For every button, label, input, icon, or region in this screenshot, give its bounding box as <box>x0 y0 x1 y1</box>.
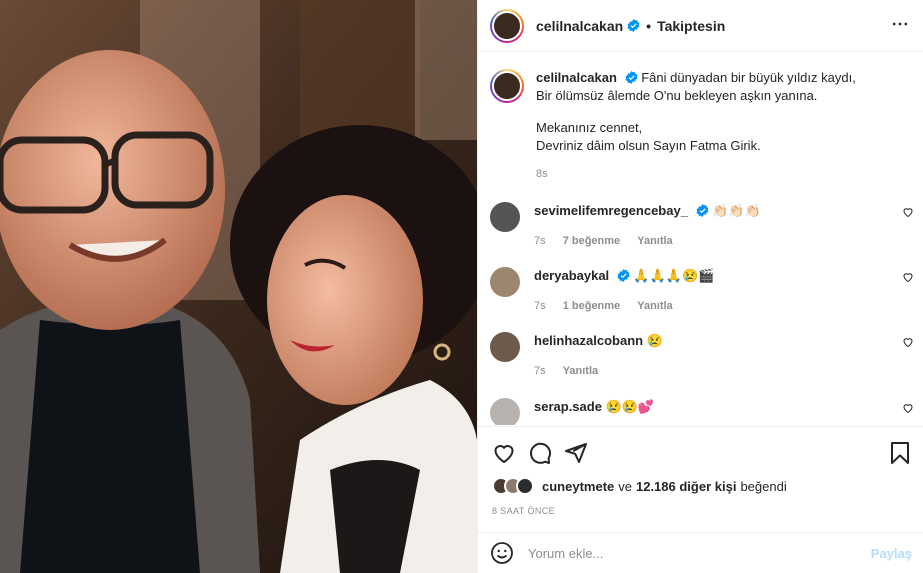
caption-time[interactable]: 8s <box>536 165 856 183</box>
commenter-avatar[interactable] <box>490 202 520 232</box>
comment-heart-icon[interactable] <box>902 336 914 348</box>
separator-dot: • <box>646 17 652 34</box>
commenter-avatar[interactable] <box>490 267 520 297</box>
liker-avatars[interactable] <box>492 477 534 495</box>
reply-button[interactable]: Yanıtla <box>563 365 598 377</box>
verified-icon <box>617 269 630 282</box>
follow-status-button[interactable]: Takiptesin <box>657 18 725 34</box>
caption-line: Bir ölümsüz âlemde O'nu bekleyen aşkın y… <box>536 88 818 103</box>
commenter-username[interactable]: serap.sade <box>534 399 602 414</box>
comment-time[interactable]: 7s <box>534 365 546 377</box>
verified-icon <box>696 204 709 217</box>
comment-text: 😢😢💕 <box>605 399 655 414</box>
more-options-icon[interactable] <box>890 14 910 34</box>
comments-scroll-area[interactable]: celilnalcakan Fâni dünyadan bir büyük yı… <box>478 53 923 425</box>
more-icon <box>892 22 908 26</box>
commenter-username[interactable]: sevimelifemregencebay_ <box>534 203 688 218</box>
author-username[interactable]: celilnalcakan <box>536 18 623 34</box>
likes-count-link[interactable]: 12.186 diğer kişi <box>636 479 736 494</box>
verified-icon <box>625 71 638 84</box>
likes-summary: cuneytmete ve 12.186 diğer kişi beğendi <box>492 477 787 495</box>
comment-likes[interactable]: 1 beğenme <box>563 300 620 312</box>
emoji-icon[interactable] <box>490 541 514 565</box>
post-header: celilnalcakan • Takiptesin <box>478 0 923 52</box>
caption-line: Fâni dünyadan bir büyük yıldız kaydı, <box>641 70 856 85</box>
likes-suffix: beğendi <box>740 478 787 494</box>
heart-icon[interactable] <box>492 441 516 465</box>
comment-time[interactable]: 7s <box>534 235 546 247</box>
caption-username[interactable]: celilnalcakan <box>536 70 617 85</box>
caption-line: Mekanınız cennet, <box>536 120 643 135</box>
commenter-username[interactable]: deryabaykal <box>534 268 609 283</box>
post-photo[interactable] <box>0 0 477 573</box>
author-avatar[interactable] <box>490 8 524 43</box>
post-comment-button[interactable]: Paylaş <box>871 546 912 561</box>
photo-illustration <box>0 0 477 573</box>
comment-item: deryabaykal 🙏🙏🙏😢🎬 7s 1 beğenme Yanıtla <box>490 267 916 315</box>
comment-text: 😢 <box>646 333 663 348</box>
reply-button[interactable]: Yanıtla <box>637 235 672 247</box>
verified-icon <box>627 19 640 32</box>
comment-composer: Paylaş <box>478 532 923 573</box>
comment-likes[interactable]: 7 beğenme <box>563 235 620 247</box>
comment-icon[interactable] <box>528 441 552 465</box>
commenter-avatar[interactable] <box>490 398 520 425</box>
likes-connector: ve <box>618 478 632 494</box>
liker-username[interactable]: cuneytmete <box>542 479 614 494</box>
post-panel: celilnalcakan • Takiptesin celilnalcakan <box>477 0 923 573</box>
commenter-avatar[interactable] <box>490 332 520 362</box>
caption-line: Devriniz dâim olsun Sayın Fatma Girik. <box>536 138 761 153</box>
comment-heart-icon[interactable] <box>902 402 914 414</box>
post-actions <box>478 426 923 476</box>
comment-item: helinhazalcobann 😢 7s Yanıtla <box>490 332 916 380</box>
comment-heart-icon[interactable] <box>902 271 914 283</box>
comment-time[interactable]: 7s <box>534 300 546 312</box>
share-icon[interactable] <box>564 441 588 465</box>
comment-item: serap.sade 😢😢💕 <box>490 398 916 425</box>
caption-author-avatar[interactable] <box>490 69 524 103</box>
comment-item: sevimelifemregencebay_ 👏🏻👏🏻👏🏻 7s 7 beğen… <box>490 202 916 250</box>
comment-heart-icon[interactable] <box>902 206 914 218</box>
commenter-username[interactable]: helinhazalcobann <box>534 333 643 348</box>
post-timestamp[interactable]: 8 SAAT ÖNCE <box>492 506 555 516</box>
reply-button[interactable]: Yanıtla <box>637 300 672 312</box>
comment-input[interactable] <box>528 545 871 561</box>
comment-text: 🙏🙏🙏😢🎬 <box>633 268 715 283</box>
bookmark-icon[interactable] <box>888 441 912 465</box>
comment-text: 👏🏻👏🏻👏🏻 <box>712 203 761 218</box>
post-caption: celilnalcakan Fâni dünyadan bir büyük yı… <box>490 69 856 183</box>
